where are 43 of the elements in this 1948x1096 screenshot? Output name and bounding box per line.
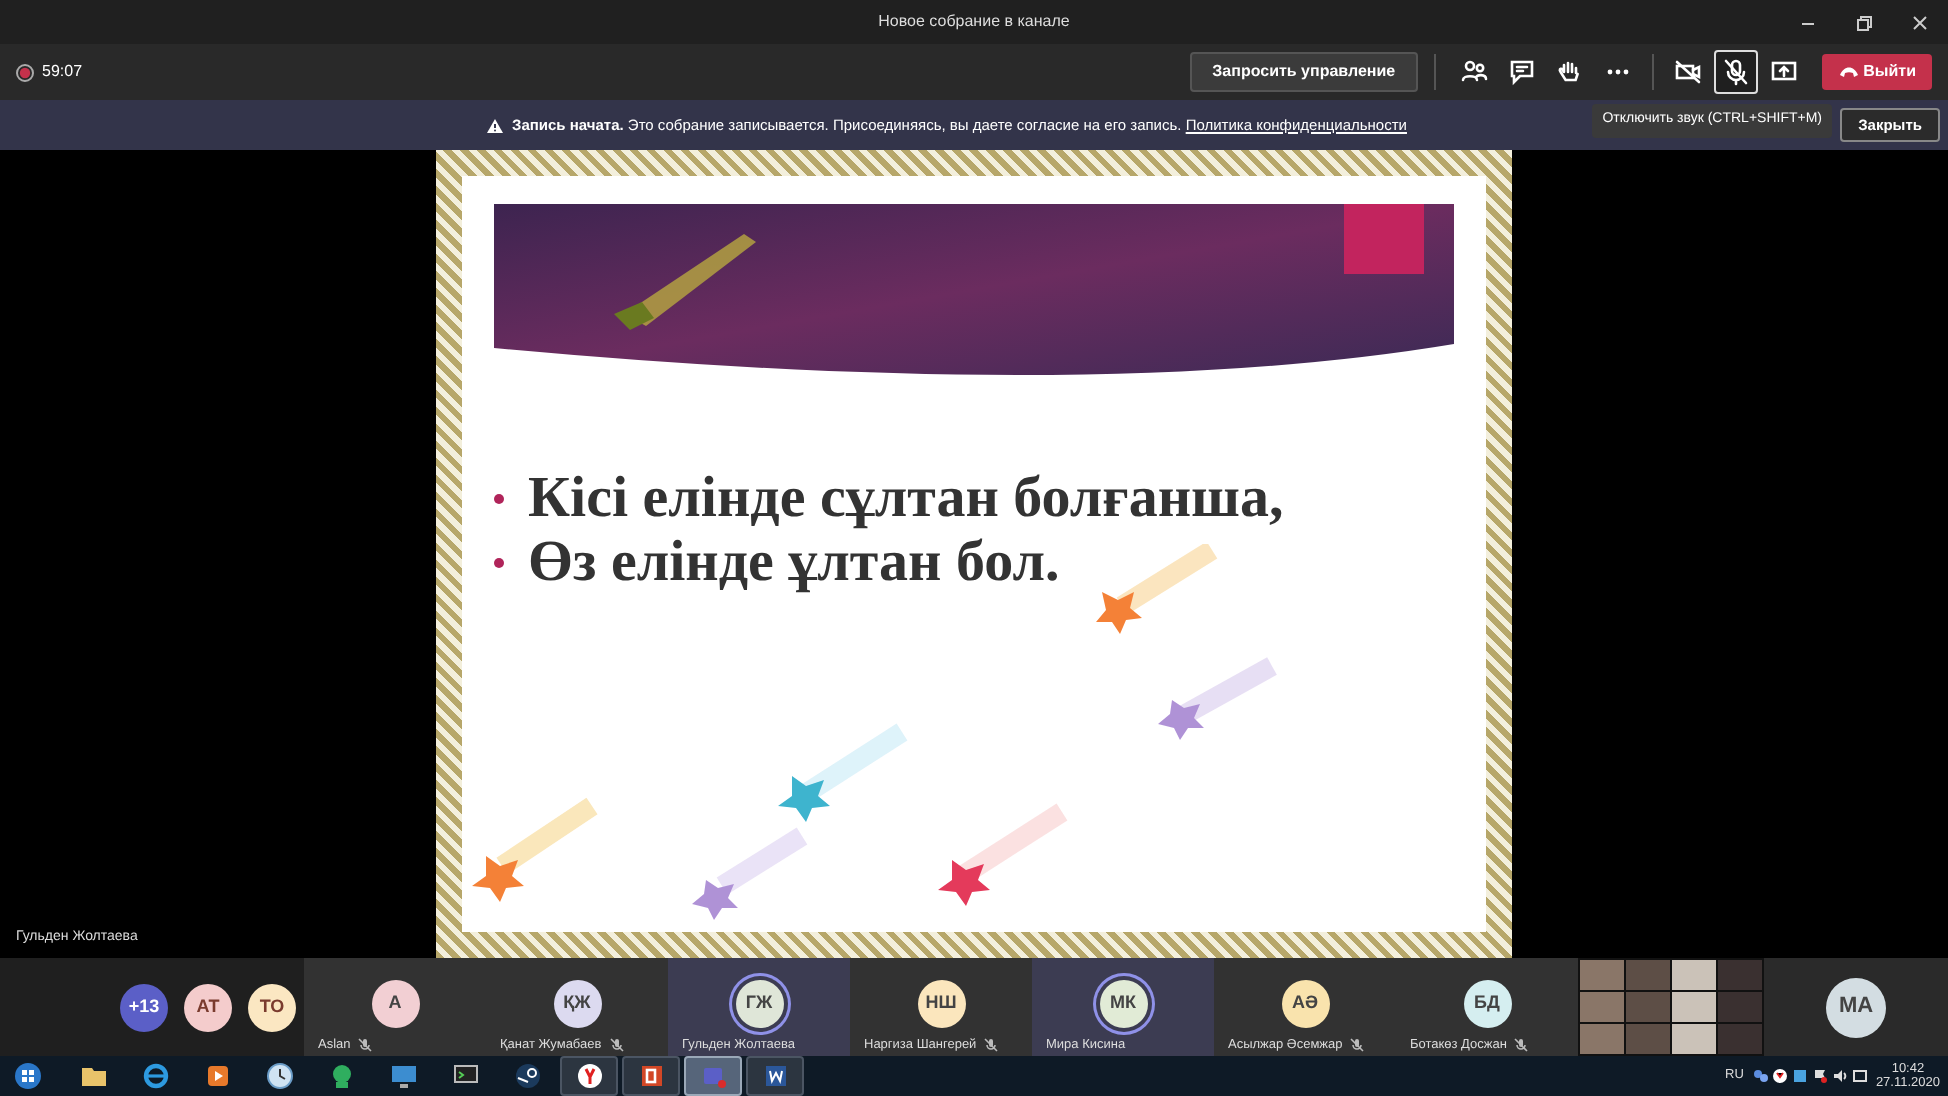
avatar[interactable]: АТ: [184, 983, 232, 1031]
hand-icon: [1555, 58, 1584, 86]
meeting-timer: 59:07: [42, 60, 83, 84]
camera-off-icon: [1673, 58, 1702, 86]
phone-icon: [1837, 66, 1860, 78]
window-title: Новое собрание в канале: [878, 10, 1070, 34]
slide-bullet-text: Өз елінде ұлтан бол.: [528, 531, 1060, 596]
player-icon: [203, 1062, 231, 1090]
folder-icon: [79, 1062, 107, 1090]
avatar: НШ: [917, 980, 965, 1028]
slide-bullet-text: Кісі елінде сұлтан болғанша,: [528, 468, 1284, 532]
mic-off-icon: [1514, 1038, 1529, 1053]
mic-off-icon: [1350, 1038, 1365, 1053]
mic-off-icon: [984, 1038, 999, 1053]
taskbar-app[interactable]: [560, 1056, 618, 1096]
avatar: А: [371, 980, 419, 1028]
bullet-icon: [494, 558, 504, 569]
taskbar-app[interactable]: [746, 1056, 804, 1096]
chat-icon: [1507, 58, 1536, 86]
avatar: БД: [1463, 980, 1511, 1028]
windows-logo-icon: [14, 1062, 42, 1090]
mic-off-icon: [609, 1038, 624, 1053]
clock-icon: [265, 1062, 293, 1090]
notification-icon: [1851, 1068, 1868, 1084]
bullet-icon: [494, 494, 504, 505]
avatar[interactable]: ТО: [248, 983, 296, 1031]
share-icon: [1769, 58, 1798, 86]
mic-off-button[interactable]: [1713, 50, 1758, 94]
avatar: АӘ: [1281, 980, 1329, 1028]
mic-off-icon: [358, 1038, 373, 1053]
avatar: ҚЖ: [553, 980, 601, 1028]
avatar: ГЖ: [735, 980, 783, 1028]
close-icon: [1910, 13, 1930, 31]
request-control-button[interactable]: Запросить управление: [1190, 52, 1418, 92]
avatar[interactable]: +13: [120, 983, 168, 1031]
avatar[interactable]: МА: [1826, 977, 1886, 1037]
restore-icon: [1854, 13, 1874, 31]
taskbar-app[interactable]: [622, 1056, 680, 1096]
avatar: МК: [1099, 980, 1147, 1028]
mic-off-icon: [1721, 58, 1750, 86]
warning-icon: [486, 117, 504, 133]
speaker-icon: [1831, 1068, 1848, 1084]
leave-button[interactable]: Выйти: [1821, 54, 1932, 90]
